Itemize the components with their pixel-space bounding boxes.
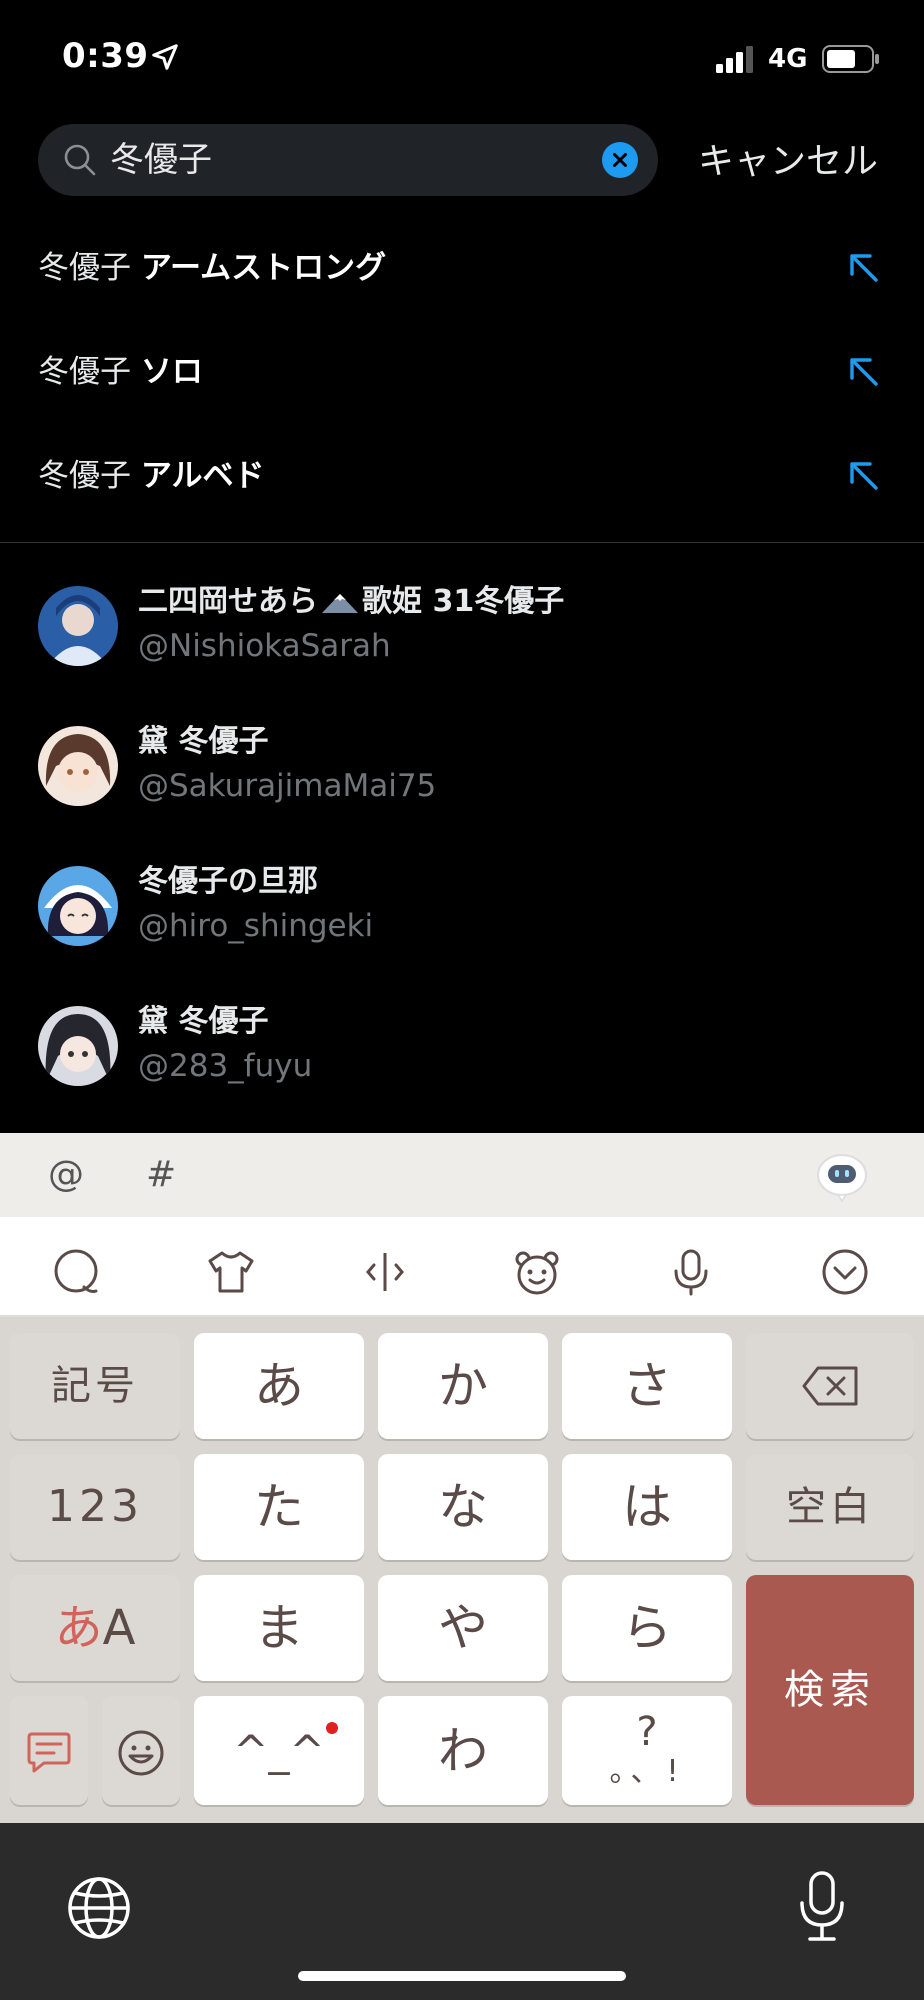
key-ka[interactable]: か — [378, 1333, 548, 1439]
tshirt-icon[interactable] — [206, 1247, 256, 1297]
network-type: 4G — [768, 44, 808, 74]
divider — [0, 542, 924, 543]
user-handle: @NishiokaSarah — [138, 628, 391, 664]
search-query: 冬優子 — [110, 140, 212, 180]
user-handle: @hiro_shingeki — [138, 908, 374, 944]
avatar — [38, 726, 118, 806]
search-input[interactable]: 冬優子 — [38, 124, 658, 196]
search-icon — [64, 144, 96, 176]
at-sign-key[interactable]: @ — [48, 1153, 84, 1197]
suggestion-text: 冬優子 アームストロング — [38, 250, 387, 286]
suggestion-item[interactable]: 冬優子 アームストロング — [0, 216, 924, 320]
user-display-name: 黛 冬優子 — [138, 724, 269, 759]
user-result[interactable]: 黛 冬優子 @SakurajimaMai75 — [0, 700, 924, 840]
globe-icon[interactable] — [66, 1875, 132, 1941]
key-input-mode[interactable]: あA — [10, 1575, 180, 1681]
microphone-icon[interactable] — [666, 1247, 716, 1297]
avatar — [38, 866, 118, 946]
home-indicator[interactable] — [298, 1971, 626, 1981]
search-key[interactable]: 検索 — [746, 1575, 914, 1805]
key-sa[interactable]: さ — [562, 1333, 732, 1439]
arrow-up-left-icon[interactable] — [846, 250, 882, 286]
user-handle: @283_fuyu — [138, 1048, 313, 1084]
suggestion-text: 冬優子 アルベド — [38, 458, 265, 494]
key-na[interactable]: な — [378, 1454, 548, 1560]
location-arrow-icon — [152, 44, 178, 70]
key-ra[interactable]: ら — [562, 1575, 732, 1681]
key-symbols[interactable]: 記号 — [10, 1333, 180, 1439]
user-result[interactable]: 黛 冬優子 @283_fuyu — [0, 980, 924, 1120]
key-numbers[interactable]: 123 — [10, 1454, 180, 1560]
key-wa[interactable]: わ — [378, 1696, 548, 1805]
clear-search-button[interactable] — [602, 142, 638, 178]
keyboard: @ # 記号 あ か さ 123 た な は 空白 あA ま や ら 検索 ^_… — [0, 1133, 924, 1823]
arrow-up-left-icon[interactable] — [846, 458, 882, 494]
key-space[interactable]: 空白 — [746, 1454, 914, 1560]
status-time: 0:39 — [62, 36, 149, 76]
avatar — [38, 586, 118, 666]
notification-dot — [326, 1722, 338, 1734]
user-display-name: 黛 冬優子 — [138, 1004, 269, 1039]
user-display-name: 二四岡せあら 歌姫 31冬優子 — [138, 584, 565, 619]
suggestion-item[interactable]: 冬優子 ソロ — [0, 320, 924, 424]
key-a[interactable]: あ — [194, 1333, 364, 1439]
avatar — [38, 1006, 118, 1086]
keyboard-suggestion-bar: @ # — [0, 1133, 924, 1217]
user-display-name: 冬優子の旦那 — [138, 864, 318, 899]
text-cursor-icon[interactable] — [360, 1247, 410, 1297]
chat-bubble-icon[interactable] — [52, 1247, 102, 1297]
key-ha[interactable]: は — [562, 1454, 732, 1560]
suggestion-text: 冬優子 ソロ — [38, 354, 203, 390]
battery-icon — [822, 45, 879, 73]
mountain-emoji-icon — [322, 593, 358, 613]
key-kaomoji[interactable]: ^_^ — [194, 1696, 364, 1805]
key-emoji[interactable] — [102, 1696, 180, 1805]
smiley-icon — [118, 1730, 164, 1776]
key-ta[interactable]: た — [194, 1454, 364, 1560]
status-bar: 0:39 4G — [0, 0, 924, 110]
robot-assistant-icon[interactable] — [814, 1149, 870, 1205]
cell-signal-icon — [716, 46, 753, 73]
user-result[interactable]: 二四岡せあら 歌姫 31冬優子 @NishiokaSarah — [0, 560, 924, 700]
suggestion-item[interactable]: 冬優子 アルベド — [0, 424, 924, 528]
message-icon — [27, 1732, 71, 1773]
chevron-down-icon[interactable] — [820, 1247, 870, 1297]
key-ma[interactable]: ま — [194, 1575, 364, 1681]
key-ya[interactable]: や — [378, 1575, 548, 1681]
dictation-microphone-icon[interactable] — [796, 1869, 848, 1943]
cancel-button[interactable]: キャンセル — [698, 138, 878, 186]
user-handle: @SakurajimaMai75 — [138, 768, 437, 804]
arrow-up-left-icon[interactable] — [846, 354, 882, 390]
keyboard-toolbar — [0, 1217, 924, 1317]
hash-key[interactable]: # — [146, 1153, 176, 1197]
key-backspace[interactable] — [746, 1333, 914, 1439]
key-message[interactable] — [10, 1696, 88, 1805]
user-result[interactable]: 冬優子の旦那 @hiro_shingeki — [0, 840, 924, 980]
close-icon — [613, 153, 627, 167]
system-keyboard-bar — [0, 1823, 924, 2000]
backspace-icon — [802, 1366, 858, 1406]
bear-face-icon[interactable] — [512, 1247, 562, 1297]
key-punctuation[interactable]: ? 。、! — [562, 1696, 732, 1805]
